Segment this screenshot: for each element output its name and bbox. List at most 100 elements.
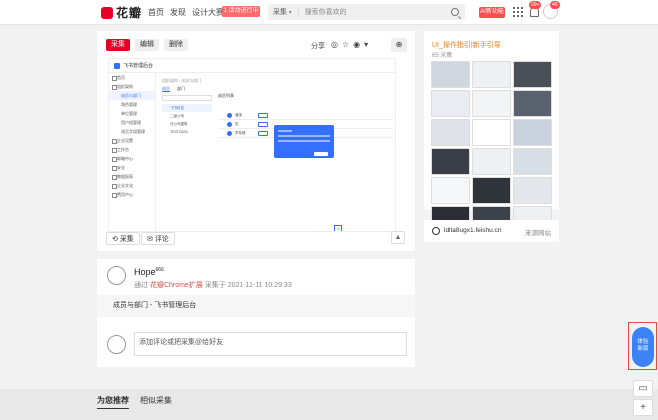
bottom-collect-button[interactable]: ⟲ 采集 [106, 232, 140, 245]
via-link[interactable]: 花瓣Chrome扩展 [150, 282, 203, 289]
board-thumbnail[interactable] [513, 177, 552, 204]
shot-tab: 成员 [162, 86, 170, 92]
board-thumbnail[interactable] [472, 148, 511, 175]
via-prefix: 通过 [134, 282, 148, 289]
zoom-in-button[interactable]: ⊕ [391, 38, 407, 52]
shot-guide-tooltip [274, 125, 334, 158]
add-button[interactable]: + [633, 399, 653, 416]
source-site-card: ldlta8ugx1.feishu.cn 来源网站 [424, 220, 559, 242]
star-icon[interactable]: ☆ [342, 40, 353, 49]
shot-row-name: 李易峰 [235, 131, 246, 135]
promo-badge[interactable]: 1 活动进行中 [222, 6, 260, 17]
source-site-link[interactable]: 来源网站 [525, 227, 551, 237]
shot-sidebar-item: 安全 [109, 163, 155, 172]
tab-similar[interactable]: 相似采集 [140, 395, 172, 406]
new-version-line2: 新版 [637, 346, 649, 352]
weibo-icon[interactable]: ◎ [331, 40, 342, 49]
board-thumbnail[interactable] [513, 119, 552, 146]
more-dropdown-icon[interactable]: ▾ [364, 40, 372, 49]
share-icons[interactable]: ◎☆◉▾ [331, 40, 372, 49]
author-name[interactable]: Hope666 [134, 267, 164, 277]
ai-feature-button[interactable]: AI新功能 [479, 7, 505, 18]
board-thumbnail[interactable] [513, 61, 552, 88]
search-icon[interactable] [451, 8, 459, 16]
board-meta: 65 采集 [432, 53, 453, 59]
report-button[interactable]: ▲ [391, 231, 405, 244]
shot-sidebar-item: 成员与部门 [109, 91, 155, 100]
shot-main: 组织架构 / 成员与部门 成员 部门 飞书科技 二级公司 分公司建筑 TESTD… [156, 73, 395, 231]
board-card[interactable]: UI_操作指引|新手引导 65 采集 [424, 31, 559, 233]
author-card: Hope666 通过 花瓣Chrome扩展 采集于 2021-11-11 10:… [97, 259, 415, 367]
board-thumbnail[interactable] [431, 61, 470, 88]
author-name-text: Hope [134, 267, 156, 277]
shot-table-title: 成员列表 [218, 93, 234, 98]
search-input[interactable]: 搜索你喜欢的 [299, 7, 451, 17]
commenter-avatar [107, 335, 126, 354]
search-bar[interactable]: 采集 搜索你喜欢的 [268, 4, 465, 20]
shot-tree-item: 飞书科技 [162, 104, 212, 112]
board-title[interactable]: UI_操作指引|新手引导 [432, 40, 501, 50]
nav-discover[interactable]: 发现 [170, 7, 186, 18]
board-thumbnail[interactable] [472, 90, 511, 117]
globe-icon [432, 227, 440, 235]
warning-icon: ▲ [394, 234, 402, 241]
shot-row-avatar [227, 122, 232, 127]
collect-button[interactable]: 采集 [106, 39, 130, 51]
shot-sidebar-item: 组织架构 [109, 82, 155, 91]
source-domain[interactable]: ldlta8ugx1.feishu.cn [444, 227, 501, 234]
logo[interactable]: 花瓣 [101, 4, 142, 21]
shot-sidebar-item: 工作台 [109, 145, 155, 154]
shot-sidebar-item: 邮箱中心 [109, 154, 155, 163]
pin-image[interactable]: 飞书管理后台 首页 组织架构 成员与部门 角色管理 单位管理 用户组管理 成员字… [108, 58, 396, 232]
apps-grid-icon[interactable] [513, 7, 523, 17]
shot-sidebar-item: 企业文化 [109, 181, 155, 190]
comment-input[interactable]: 添加评论或把采集@给好友 [134, 332, 407, 356]
author-meta: 通过 花瓣Chrome扩展 采集于 2021-11-11 10:29:33 [134, 280, 292, 290]
comment-icon: ✉ [147, 236, 155, 243]
board-thumbnail[interactable] [472, 177, 511, 204]
shot-tab: 部门 [177, 86, 186, 91]
top-navigation-bar: 花瓣 首页 发现 设计大赛 1 活动进行中 采集 搜索你喜欢的 AI新功能 99… [0, 0, 658, 25]
shot-row-tag [258, 131, 268, 136]
pin-description: 成员与部门 - 飞书管理后台 [97, 295, 415, 317]
share-label: 分享 [311, 43, 325, 50]
shot-sidebar-item: 单位管理 [121, 111, 137, 116]
logo-mark-icon [101, 6, 113, 19]
feedback-button[interactable]: ▭ [633, 380, 653, 397]
edit-button[interactable]: 编辑 [135, 39, 159, 51]
shot-sidebar-item: 成员字段管理 [121, 129, 145, 134]
board-thumbnail[interactable] [472, 119, 511, 146]
shot-tree-search [162, 95, 212, 101]
messages-badge: 99+ [529, 1, 542, 9]
board-thumbnail[interactable] [431, 177, 470, 204]
shot-sidebar: 首页 组织架构 成员与部门 角色管理 单位管理 用户组管理 成员字段管理 企业设… [109, 73, 156, 231]
board-thumbnail[interactable] [431, 119, 470, 146]
tab-recommend[interactable]: 为您推荐 [97, 395, 129, 409]
board-thumbnail[interactable] [431, 148, 470, 175]
bottom-collect-label: 采集 [119, 236, 134, 243]
shot-row-name: 张 [235, 122, 239, 126]
try-new-version-button[interactable]: 体验 新版 [628, 322, 657, 370]
delete-button[interactable]: 删除 [164, 39, 188, 51]
shot-breadcrumb: 组织架构 / 成员与部门 [162, 78, 202, 83]
shot-row-avatar [227, 113, 232, 118]
author-avatar[interactable] [107, 266, 126, 285]
board-thumbnail[interactable] [513, 148, 552, 175]
new-version-line1: 体验 [637, 339, 649, 345]
wechat-icon[interactable]: ◉ [353, 40, 364, 49]
board-thumbnails[interactable] [431, 61, 552, 233]
shot-row-tag [258, 113, 268, 118]
bottom-tabs-band: 为您推荐 相似采集 [0, 389, 658, 420]
shot-tabs: 成员 部门 [162, 86, 191, 92]
shot-row-name: 潘宝 [235, 113, 242, 117]
via-suffix: 采集于 2021-11-11 10:29:33 [204, 282, 292, 289]
nav-home[interactable]: 首页 [148, 7, 164, 18]
board-thumbnail[interactable] [431, 90, 470, 117]
board-thumbnail[interactable] [513, 90, 552, 117]
shot-row-avatar [227, 131, 232, 136]
nav-contest[interactable]: 设计大赛 [192, 7, 224, 18]
pin-card: 采集 编辑 删除 分享 ◎☆◉▾ ⊕ 飞书管理后台 首页 组织架构 成员与部门 … [97, 31, 415, 251]
bottom-comment-button[interactable]: ✉ 评论 [141, 232, 175, 245]
board-thumbnail[interactable] [472, 61, 511, 88]
search-category-select[interactable]: 采集 [268, 7, 299, 17]
